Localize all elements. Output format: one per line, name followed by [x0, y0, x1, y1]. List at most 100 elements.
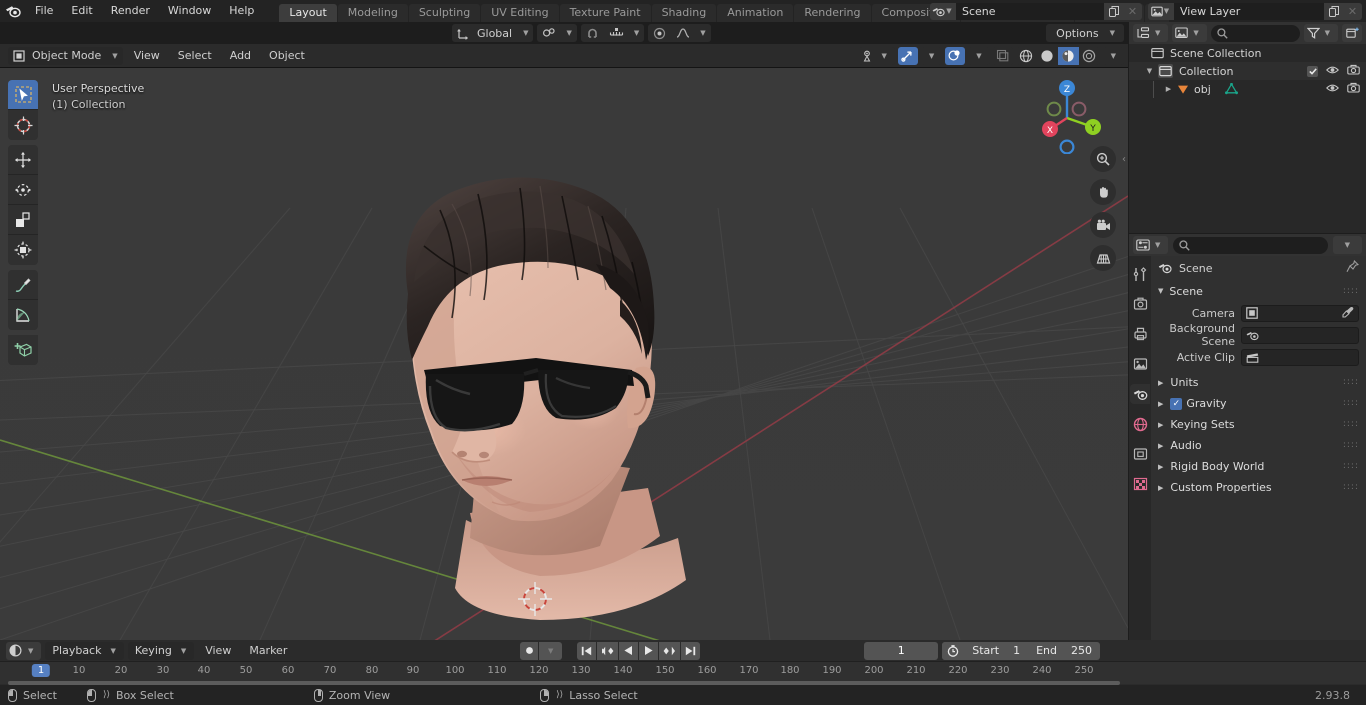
- magnet-icon[interactable]: [581, 24, 604, 42]
- pin-icon[interactable]: [1346, 259, 1360, 276]
- panel-custom-properties[interactable]: ▶ Custom Properties ::::: [1151, 477, 1366, 498]
- wireframe-shading-button[interactable]: [1016, 47, 1037, 65]
- menu-help[interactable]: Help: [220, 0, 263, 22]
- jump-to-next-keyframe-button[interactable]: [659, 641, 681, 660]
- disclosure-triangle-down-icon[interactable]: ▼: [1143, 67, 1156, 75]
- camera-field[interactable]: [1241, 304, 1359, 322]
- rendered-shading-button[interactable]: [1079, 47, 1100, 65]
- background-scene-field[interactable]: [1241, 326, 1359, 344]
- render-tab-icon[interactable]: [1130, 294, 1150, 314]
- camera-render-icon[interactable]: [1347, 64, 1360, 78]
- tab-modeling[interactable]: Modeling: [337, 4, 408, 22]
- ortho-grid-icon[interactable]: [1090, 245, 1116, 271]
- output-tab-icon[interactable]: [1130, 324, 1150, 344]
- texture-tab-icon[interactable]: [1130, 474, 1150, 494]
- snap-target-icon[interactable]: [604, 24, 629, 42]
- outliner-filter-button[interactable]: ▼: [1303, 24, 1338, 42]
- xray-toggle-button[interactable]: [992, 46, 1013, 65]
- pan-hand-icon[interactable]: [1090, 179, 1116, 205]
- timeline-editor-type-dropdown[interactable]: ▼: [6, 641, 42, 660]
- jump-to-end-button[interactable]: [681, 641, 701, 660]
- object-type-visibility-button[interactable]: ▼: [859, 46, 895, 65]
- unlink-scene-button[interactable]: ✕: [1123, 2, 1142, 20]
- material-preview-shading-button[interactable]: [1057, 46, 1079, 65]
- outliner-filter-scene-dropdown[interactable]: ▼: [1172, 24, 1207, 42]
- object-mode-dropdown[interactable]: Object Mode ▼: [8, 46, 123, 65]
- scale-tool[interactable]: [8, 205, 38, 235]
- jump-to-start-button[interactable]: [577, 641, 597, 660]
- navigation-gizmo[interactable]: Z Y X: [1028, 76, 1106, 154]
- end-frame-field[interactable]: End 250: [1028, 644, 1100, 657]
- overlays-toggle-button[interactable]: [945, 46, 966, 65]
- menu-render[interactable]: Render: [102, 0, 159, 22]
- eye-icon[interactable]: [1326, 65, 1339, 78]
- mesh-data-icon[interactable]: [1224, 83, 1238, 95]
- use-preview-range-icon[interactable]: [942, 641, 965, 660]
- cursor-tool[interactable]: [8, 110, 38, 140]
- outliner-row-collection[interactable]: ▼ Collection: [1129, 62, 1366, 80]
- auto-keying-options-dropdown[interactable]: ▼: [539, 641, 563, 660]
- new-scene-button[interactable]: [1104, 2, 1123, 20]
- play-reverse-button[interactable]: [619, 641, 639, 660]
- viewport-menu-select[interactable]: Select: [171, 47, 219, 65]
- outliner-row-obj[interactable]: ▶ obj: [1129, 80, 1366, 98]
- scene-selector[interactable]: ▼ Scene ✕: [930, 2, 1142, 20]
- timeline-menu-view[interactable]: View: [198, 642, 238, 660]
- viewport-menu-object[interactable]: Object: [262, 47, 312, 65]
- tool-tab-icon[interactable]: [1130, 264, 1150, 284]
- tab-sculpting[interactable]: Sculpting: [408, 4, 481, 22]
- properties-editor-type-dropdown[interactable]: ▼: [1133, 236, 1169, 254]
- view-layer-tab-icon[interactable]: [1130, 354, 1150, 374]
- panel-rigid-body-world[interactable]: ▶ Rigid Body World ::::: [1151, 456, 1366, 477]
- zoom-icon[interactable]: [1090, 146, 1116, 172]
- tab-uv-editing[interactable]: UV Editing: [481, 4, 559, 22]
- tab-shading[interactable]: Shading: [651, 4, 717, 22]
- view-layer-selector[interactable]: ▼ View Layer ✕: [1148, 2, 1362, 20]
- outliner-display-mode-dropdown[interactable]: ▼: [1133, 24, 1169, 42]
- viewport-menu-add[interactable]: Add: [223, 47, 258, 65]
- menu-file[interactable]: File: [26, 0, 62, 22]
- tab-animation[interactable]: Animation: [717, 4, 794, 22]
- solid-shading-button[interactable]: [1037, 47, 1058, 65]
- gravity-checkbox[interactable]: ✓: [1170, 397, 1183, 410]
- blender-logo-icon[interactable]: [0, 0, 26, 22]
- menu-edit[interactable]: Edit: [62, 0, 101, 22]
- gizmo-options-dropdown[interactable]: ▼: [920, 46, 943, 65]
- move-tool[interactable]: [8, 145, 38, 175]
- start-frame-field[interactable]: Start 1: [964, 644, 1028, 657]
- eyedropper-icon[interactable]: [1342, 306, 1354, 321]
- panel-units[interactable]: ▶ Units ::::: [1151, 372, 1366, 393]
- annotate-tool[interactable]: [8, 270, 38, 300]
- panel-gravity[interactable]: ▶ ✓ Gravity ::::: [1151, 393, 1366, 414]
- timeline-menu-marker[interactable]: Marker: [242, 642, 294, 660]
- outliner-row-scene-collection[interactable]: Scene Collection: [1129, 44, 1366, 62]
- pivot-point-dropdown[interactable]: ▼: [537, 24, 577, 42]
- menu-window[interactable]: Window: [159, 0, 220, 22]
- playback-dropdown[interactable]: Playback ▼: [45, 641, 124, 660]
- proportional-edit-icon[interactable]: [648, 24, 671, 42]
- outliner-search-input[interactable]: [1210, 24, 1300, 42]
- disclosure-triangle-right-icon[interactable]: ▶: [1162, 85, 1175, 93]
- tab-rendering[interactable]: Rendering: [794, 4, 871, 22]
- panel-keying-sets[interactable]: ▶ Keying Sets ::::: [1151, 414, 1366, 435]
- eye-icon[interactable]: [1326, 83, 1339, 96]
- properties-options-dropdown[interactable]: ▼: [1332, 236, 1362, 254]
- shading-options-dropdown[interactable]: ▼: [1102, 46, 1124, 65]
- active-clip-field[interactable]: [1241, 348, 1359, 366]
- keying-dropdown[interactable]: Keying ▼: [127, 641, 195, 660]
- snapping-group[interactable]: ▼: [580, 24, 645, 42]
- proportional-editing-group[interactable]: ▼: [648, 24, 711, 42]
- tab-texture-paint[interactable]: Texture Paint: [559, 4, 651, 22]
- overlays-options-dropdown[interactable]: ▼: [968, 46, 990, 65]
- transform-orientation-dropdown[interactable]: Global ▼: [452, 24, 534, 42]
- new-view-layer-button[interactable]: [1324, 2, 1343, 20]
- auto-keying-button[interactable]: [520, 641, 538, 660]
- measure-tool[interactable]: [8, 300, 38, 330]
- remove-view-layer-button[interactable]: ✕: [1343, 2, 1362, 20]
- viewport-options-dropdown[interactable]: Options ▼: [1046, 24, 1124, 42]
- tweak-select-tool[interactable]: [8, 80, 38, 110]
- tab-layout[interactable]: Layout: [279, 4, 337, 22]
- scene-panel-header[interactable]: ▼ Scene ::::: [1151, 280, 1366, 302]
- playhead-label[interactable]: 1: [31, 664, 51, 677]
- gizmo-toggle-button[interactable]: [897, 46, 918, 65]
